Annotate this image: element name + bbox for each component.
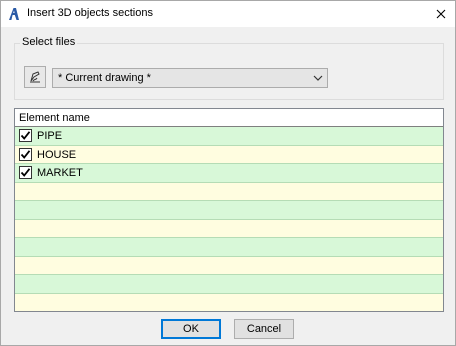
file-select-value: * Current drawing * [58,72,151,84]
close-icon [436,9,446,19]
browse-drawing-button[interactable] [24,66,46,88]
item-checkbox[interactable] [19,129,32,142]
column-header-label: Element name [19,112,90,124]
empty-row [15,275,443,294]
list-item[interactable]: PIPE [15,127,443,146]
item-label: HOUSE [37,148,77,161]
list-item[interactable]: HOUSE [15,145,443,164]
pen-drawing-icon [30,71,40,83]
dialog-title: Insert 3D objects sections [27,7,153,19]
item-label: MARKET [37,167,83,179]
item-label: PIPE [37,130,63,142]
cancel-button[interactable]: Cancel [234,319,294,339]
column-header-element-name[interactable]: Element name [15,109,443,127]
empty-row [15,256,443,275]
empty-row [15,293,443,311]
chevron-down-icon [313,75,323,81]
checkmark-icon [20,168,31,177]
ok-button[interactable]: OK [161,319,221,339]
close-button[interactable] [430,4,452,24]
insert-3d-objects-dialog: Insert 3D objects sections Select files … [0,0,456,346]
checkmark-icon [20,149,31,159]
item-checkbox[interactable] [19,147,32,161]
title-bar: Insert 3D objects sections [1,1,455,27]
list-item[interactable]: MARKET [15,164,443,183]
autocad-app-icon [9,8,19,20]
element-list[interactable]: Element name PIPE HOUSE MARKET [14,108,444,312]
select-files-label: Select files [20,36,78,48]
empty-row [15,201,443,220]
item-checkbox[interactable] [19,166,32,179]
file-select-dropdown[interactable]: * Current drawing * [52,68,328,88]
empty-row [15,219,443,238]
empty-row [15,238,443,257]
empty-row [15,182,443,201]
checkmark-icon [20,131,31,140]
